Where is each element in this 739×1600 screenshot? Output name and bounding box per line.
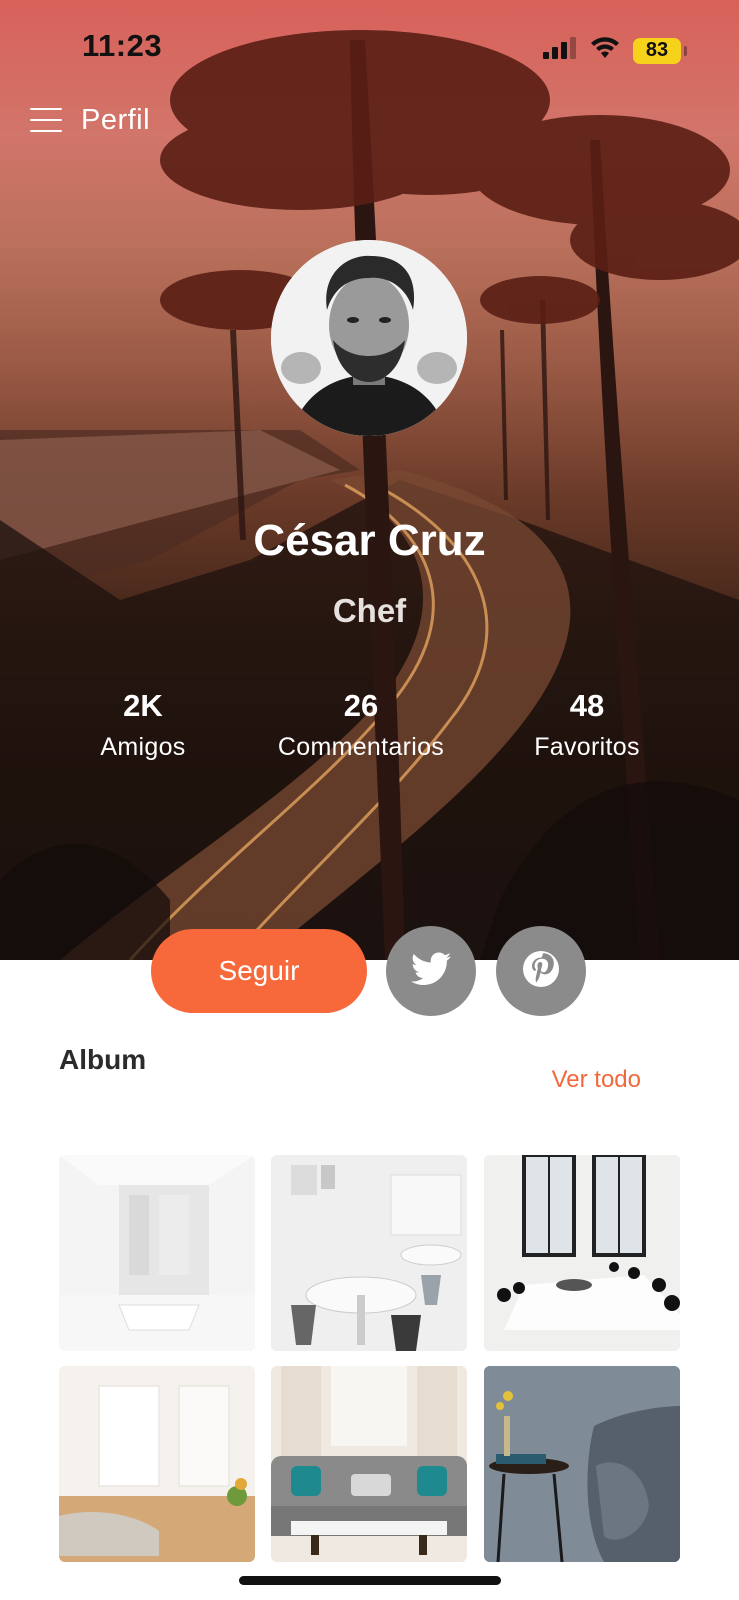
stat-label: Commentarios <box>277 733 445 761</box>
status-time: 11:23 <box>82 28 163 63</box>
follow-button[interactable]: Seguir <box>151 929 367 1013</box>
wifi-icon <box>589 36 621 65</box>
profile-name: César Cruz <box>253 516 486 565</box>
stat-label: Amigos <box>100 733 186 761</box>
album-title: Album <box>59 1044 147 1075</box>
hamburger-menu-icon[interactable] <box>30 106 62 134</box>
stat-friends[interactable]: 2K Amigos <box>43 688 243 762</box>
stat-value: 2K <box>123 688 163 723</box>
album-photo[interactable] <box>271 1366 467 1562</box>
stat-favorites[interactable]: 48 Favoritos <box>487 688 687 762</box>
home-indicator <box>239 1576 501 1585</box>
twitter-icon <box>411 952 451 991</box>
pinterest-icon <box>521 949 561 994</box>
page-title: Perfil <box>81 104 151 136</box>
profile-header-banner: 11:23 83 Perfil César Cruz Chef 2K Amigo… <box>0 0 739 960</box>
album-photo[interactable] <box>59 1366 255 1562</box>
album-photo[interactable] <box>484 1366 680 1562</box>
stat-label: Favoritos <box>534 733 640 761</box>
stat-value: 48 <box>569 688 605 723</box>
twitter-button[interactable] <box>386 926 476 1016</box>
profile-role: Chef <box>332 592 407 629</box>
status-icons: 83 <box>543 36 687 65</box>
stat-value: 26 <box>343 688 379 723</box>
signal-icon <box>543 37 577 64</box>
stat-comments[interactable]: 26 Commentarios <box>261 688 461 762</box>
pinterest-button[interactable] <box>496 926 586 1016</box>
battery-icon: 83 <box>633 37 687 64</box>
album-photo[interactable] <box>59 1155 255 1351</box>
palm-road-background-image <box>0 30 739 960</box>
album-photo[interactable] <box>271 1155 467 1351</box>
see-all-link[interactable]: Ver todo <box>552 1066 641 1094</box>
avatar <box>271 240 467 436</box>
album-photo[interactable] <box>484 1155 680 1351</box>
